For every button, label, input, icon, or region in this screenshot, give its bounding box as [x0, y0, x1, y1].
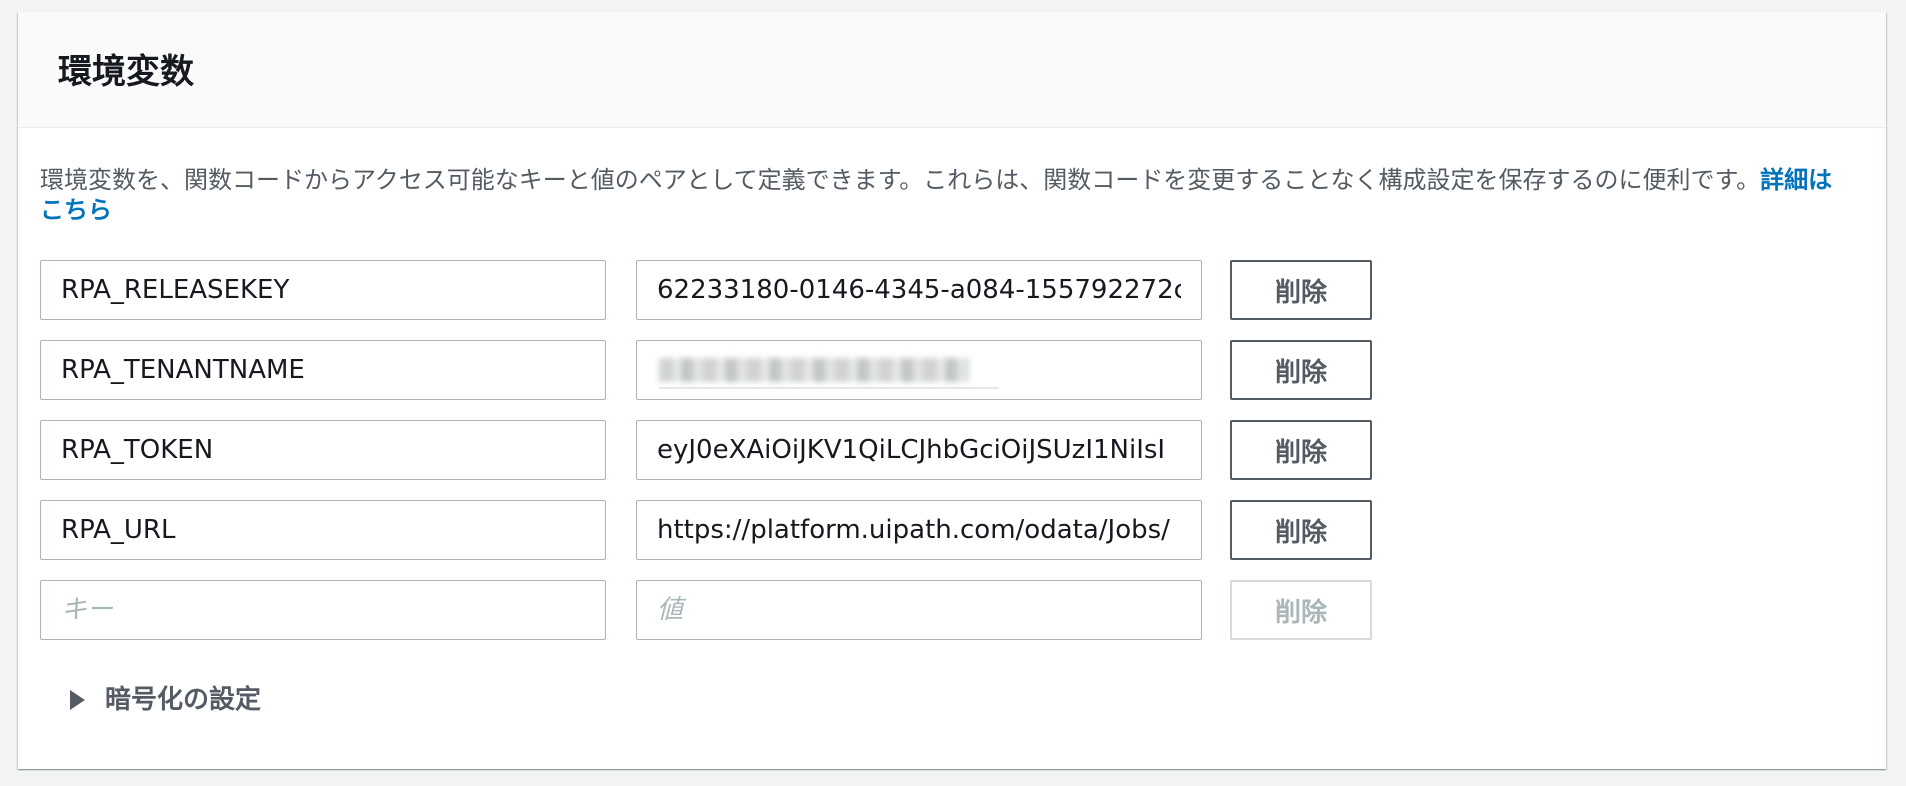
env-value-input[interactable] [636, 260, 1202, 320]
env-value-input[interactable] [636, 420, 1202, 480]
env-var-row: 削除 [40, 420, 1390, 480]
redacted-underline [659, 387, 999, 389]
redacted-value [659, 358, 969, 382]
encryption-settings-label: 暗号化の設定 [105, 685, 262, 715]
remove-button[interactable]: 削除 [1230, 260, 1372, 320]
remove-button[interactable]: 削除 [1230, 500, 1372, 560]
env-var-row: 削除 [40, 260, 1390, 320]
new-value-input[interactable] [636, 580, 1202, 640]
new-env-var-row: 削除 [40, 580, 1390, 640]
env-value-input[interactable] [636, 500, 1202, 560]
env-var-row: 削除 [40, 500, 1390, 560]
panel-description: 環境変数を、関数コードからアクセス可能なキーと値のペアとして定義できます。これら… [40, 165, 1840, 225]
new-key-input[interactable] [40, 580, 606, 640]
description-text: 環境変数を、関数コードからアクセス可能なキーと値のペアとして定義できます。これら… [40, 166, 1761, 194]
env-key-input[interactable] [40, 500, 606, 560]
env-var-row: 削除 [40, 340, 1390, 400]
env-value-input-obscured[interactable] [636, 340, 1202, 400]
remove-button[interactable]: 削除 [1230, 420, 1372, 480]
env-key-input[interactable] [40, 260, 606, 320]
env-key-input[interactable] [40, 340, 606, 400]
remove-button[interactable]: 削除 [1230, 340, 1372, 400]
encryption-settings-expander[interactable]: 暗号化の設定 [70, 680, 261, 720]
remove-button-disabled: 削除 [1230, 580, 1372, 640]
panel-title: 環境変数 [58, 52, 194, 92]
panel-header: 環境変数 [18, 12, 1886, 128]
caret-right-icon [70, 690, 85, 710]
env-key-input[interactable] [40, 420, 606, 480]
